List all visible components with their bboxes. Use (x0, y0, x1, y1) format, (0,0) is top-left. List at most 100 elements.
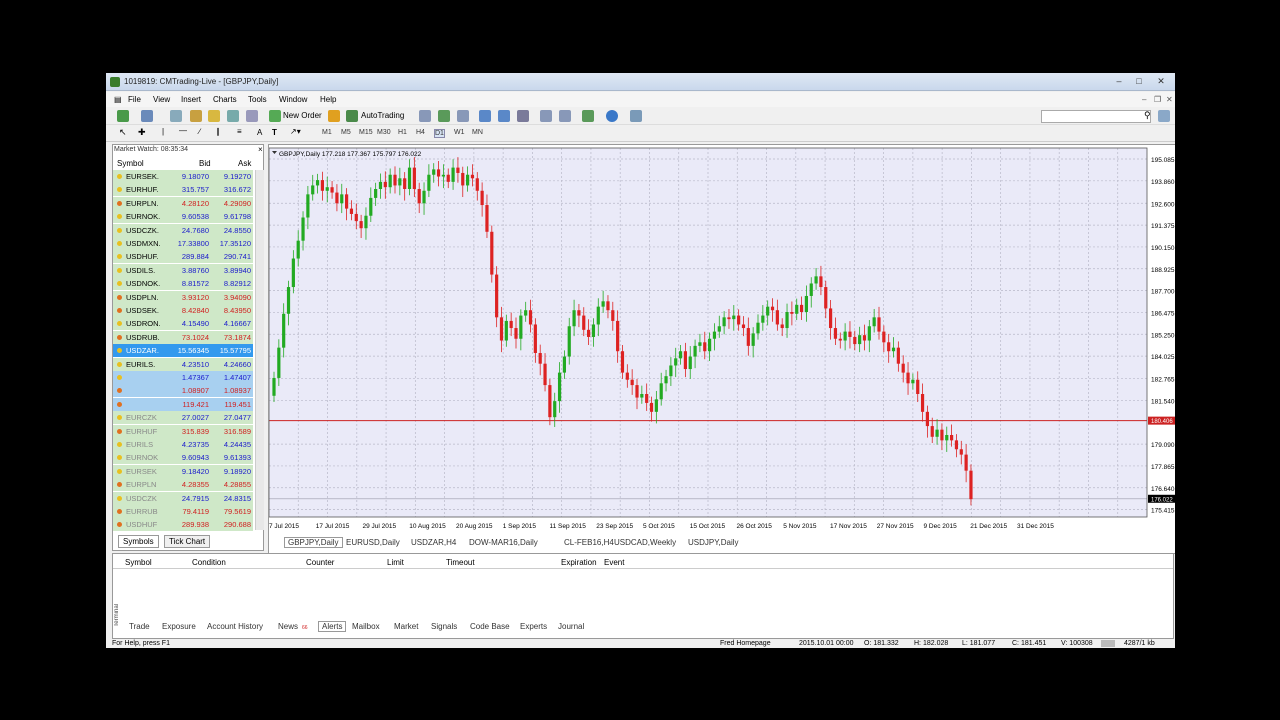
autotrading-icon[interactable] (346, 110, 358, 122)
indicators-icon[interactable] (582, 110, 594, 122)
candle[interactable] (838, 338, 842, 341)
market-watch-icon[interactable] (170, 110, 182, 122)
candle[interactable] (519, 315, 523, 339)
symbol-row[interactable]: EURSEK. 9.18070 9.19270 (113, 170, 253, 183)
candle[interactable] (422, 190, 426, 204)
candle[interactable] (920, 394, 925, 412)
candle[interactable] (291, 258, 295, 288)
line-chart-icon[interactable] (457, 110, 469, 122)
col-symbol[interactable]: Symbol (117, 159, 144, 168)
candle[interactable] (848, 331, 852, 337)
templates-icon[interactable] (630, 110, 642, 122)
search-input[interactable] (1041, 110, 1151, 123)
candle[interactable] (901, 363, 905, 373)
zoom-out-icon[interactable] (498, 110, 510, 122)
candle[interactable] (732, 315, 736, 320)
candle[interactable] (969, 470, 973, 500)
candle[interactable] (620, 351, 625, 373)
candle[interactable] (795, 304, 799, 314)
candle[interactable] (533, 324, 537, 353)
cursor-icon[interactable]: ↖ (119, 127, 127, 138)
autotrading-button[interactable]: AutoTrading (361, 111, 404, 120)
candle[interactable] (935, 429, 939, 437)
candle[interactable] (359, 221, 363, 229)
candle[interactable] (417, 189, 421, 204)
market-watch-close-icon[interactable]: × (258, 145, 263, 154)
candle[interactable] (393, 174, 397, 186)
candle[interactable] (524, 310, 528, 316)
terminal-tab[interactable]: Trade (129, 622, 150, 631)
candle[interactable] (804, 295, 808, 312)
candle[interactable] (683, 351, 687, 370)
candle[interactable] (398, 178, 402, 186)
timeframe-h4[interactable]: H4 (416, 129, 425, 136)
candle[interactable] (630, 379, 634, 386)
candle[interactable] (635, 385, 639, 398)
candle[interactable] (407, 167, 412, 189)
candle[interactable] (746, 328, 750, 346)
chart-doc-icon[interactable]: ▤ (114, 95, 122, 104)
candle[interactable] (649, 402, 654, 412)
candle[interactable] (785, 312, 789, 329)
candle[interactable] (509, 320, 513, 329)
candle[interactable] (625, 372, 629, 380)
equidistant-channel-icon[interactable]: ∥ (216, 127, 220, 136)
candle[interactable] (775, 310, 779, 325)
symbol-row[interactable]: USDPLN. 3.93120 3.94090 (113, 290, 253, 304)
candle[interactable] (906, 372, 910, 384)
bar-chart-icon[interactable] (419, 110, 431, 122)
menu-insert[interactable]: Insert (181, 95, 201, 104)
symbol-row[interactable]: 119.421 119.451 (113, 397, 253, 411)
candle[interactable] (877, 317, 881, 332)
candle[interactable] (330, 187, 334, 193)
candle[interactable] (891, 347, 896, 352)
candle[interactable] (950, 435, 954, 441)
candle[interactable] (766, 306, 770, 316)
tab-tick-chart[interactable]: Tick Chart (164, 535, 211, 548)
candle[interactable] (674, 358, 678, 366)
timeframe-m1[interactable]: M1 (322, 129, 332, 136)
mdi-close-icon[interactable]: ✕ (1166, 95, 1173, 104)
candle[interactable] (664, 376, 668, 384)
candle[interactable] (446, 174, 450, 182)
candle[interactable] (557, 372, 562, 402)
candle[interactable] (819, 276, 823, 288)
candle[interactable] (737, 315, 741, 325)
new-order-icon[interactable] (269, 110, 281, 122)
candle[interactable] (480, 190, 484, 206)
candle[interactable] (553, 401, 557, 418)
candle[interactable] (669, 365, 673, 377)
candle[interactable] (364, 215, 368, 229)
candle[interactable] (688, 356, 692, 370)
candle[interactable] (490, 231, 494, 275)
candle[interactable] (809, 283, 813, 296)
candle[interactable] (829, 308, 833, 329)
mdi-restore-icon[interactable]: ❐ (1154, 95, 1161, 104)
candle[interactable] (780, 324, 784, 329)
candle[interactable] (301, 217, 305, 241)
text-tool-icon[interactable]: A (257, 128, 262, 137)
symbol-row[interactable]: USDCZK 24.7915 24.8315 (113, 491, 253, 505)
menu-help[interactable]: Help (320, 95, 336, 104)
candle[interactable] (867, 326, 871, 341)
candle[interactable] (388, 174, 392, 188)
symbol-row[interactable]: USDNOK. 8.81572 8.82912 (113, 277, 253, 291)
new-chart-icon[interactable] (117, 110, 129, 122)
symbol-row[interactable]: EURHUF 315.839 316.589 (113, 424, 253, 438)
candle[interactable] (703, 342, 707, 352)
menu-charts[interactable]: Charts (213, 95, 237, 104)
terminal-col-counter[interactable]: Counter (306, 558, 334, 567)
terminal-tab[interactable]: Experts (520, 622, 547, 631)
symbol-row[interactable]: EURNOK 9.60943 9.61393 (113, 451, 253, 465)
candle[interactable] (277, 347, 281, 378)
candle[interactable] (814, 276, 818, 284)
candle[interactable] (577, 310, 581, 316)
symbol-row[interactable]: USDCZK. 24.7680 24.8550 (113, 223, 253, 237)
meta-editor-icon[interactable] (328, 110, 340, 122)
candle[interactable] (504, 320, 508, 341)
candle[interactable] (591, 324, 596, 337)
candle[interactable] (712, 331, 717, 339)
candle[interactable] (640, 394, 644, 398)
candle[interactable] (601, 301, 605, 307)
candle[interactable] (882, 331, 886, 343)
